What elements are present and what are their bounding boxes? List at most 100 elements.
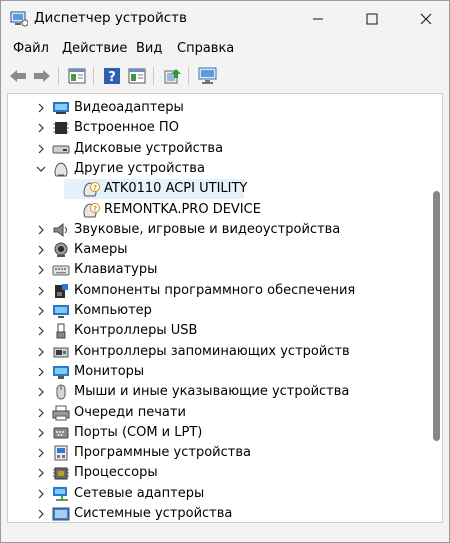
device-category[interactable] (8, 301, 428, 321)
firmware-icon (53, 122, 69, 135)
scrollbar-thumb[interactable] (433, 191, 440, 441)
tree-item-label: Компьютер (74, 303, 152, 318)
processor-icon (53, 467, 69, 480)
show-hidden-icon (128, 68, 146, 84)
device-category[interactable] (8, 159, 428, 179)
chevron-right-icon[interactable] (36, 468, 46, 478)
toolbar-separator (58, 67, 59, 85)
tree-item-label: Клавиатуры (74, 262, 158, 278)
printer-icon (52, 405, 70, 420)
vertical-scrollbar[interactable] (430, 94, 442, 522)
tree-item-label: REMONTKA.PRO DEVICE (104, 201, 261, 217)
toolbar-separator (93, 67, 94, 85)
close-button[interactable] (403, 1, 449, 37)
speaker-icon (53, 222, 67, 237)
keyboard-icon (52, 265, 70, 276)
device-category[interactable] (8, 463, 428, 483)
back-button[interactable] (7, 65, 29, 87)
toolbar: ? (1, 61, 449, 91)
chevron-right-icon[interactable] (36, 306, 46, 316)
help-button[interactable]: ? (101, 65, 123, 87)
usb-icon (56, 323, 66, 339)
network-adapter-icon (53, 486, 68, 501)
help-icon: ? (104, 68, 120, 85)
device-manager-app-icon (10, 11, 29, 27)
chevron-right-icon[interactable] (36, 347, 46, 357)
chevron-right-icon[interactable] (36, 387, 46, 397)
monitor-icon (53, 365, 69, 379)
tree-item-label: Видеоадаптеры (74, 100, 184, 115)
chevron-right-icon[interactable] (36, 489, 46, 499)
properties-button[interactable] (66, 65, 88, 87)
chevron-right-icon[interactable] (36, 428, 46, 438)
device-category[interactable] (8, 260, 428, 280)
tree-item-label: Дисковые устройства (74, 140, 224, 156)
disk-drive-icon (52, 145, 70, 154)
device-category[interactable] (8, 423, 428, 443)
menu-view[interactable]: Вид (136, 41, 162, 56)
update-driver-button[interactable] (161, 65, 183, 87)
menu-action[interactable]: Действие (62, 41, 127, 56)
device-tree-panel: Видеоадаптеры Встроенное ПО Дисковые устро… (7, 93, 443, 523)
chevron-right-icon[interactable] (36, 448, 46, 458)
storage-controller-icon (53, 347, 69, 358)
maximize-button[interactable] (349, 1, 395, 37)
device-category[interactable] (8, 362, 428, 382)
device-category[interactable] (8, 118, 428, 138)
window-title: Диспетчер устройств (34, 10, 188, 26)
unknown-device-icon: ? (83, 182, 100, 197)
chevron-right-icon[interactable] (36, 367, 46, 377)
back-icon (10, 70, 26, 82)
scan-hardware-icon (198, 67, 217, 84)
chevron-right-icon[interactable] (36, 103, 46, 113)
status-bar (1, 525, 449, 542)
tree-item-label: Контроллеры USB (74, 323, 198, 339)
title-bar: Диспетчер устройств (1, 1, 449, 37)
menu-help[interactable]: Справка (177, 41, 234, 56)
update-driver-icon (164, 69, 181, 84)
chevron-right-icon[interactable] (36, 509, 46, 519)
chevron-right-icon[interactable] (36, 326, 46, 336)
svg-text:?: ? (108, 70, 116, 85)
tree-item-label: Встроенное ПО (74, 120, 179, 136)
tree-item-label: Камеры (74, 242, 128, 258)
device-category[interactable] (8, 484, 428, 504)
chevron-right-icon[interactable] (36, 144, 46, 154)
tree-item-label: Очереди печати (74, 404, 186, 420)
close-icon (420, 13, 432, 25)
device-manager-window: Диспетчер устройств Файл Действие Вид Сп… (0, 0, 450, 543)
display-adapter-icon (53, 102, 69, 114)
chevron-right-icon[interactable] (36, 408, 46, 418)
show-hidden-button[interactable] (126, 65, 148, 87)
chevron-right-icon[interactable] (36, 265, 46, 275)
menu-file[interactable]: Файл (13, 41, 49, 56)
chevron-down-icon[interactable] (36, 164, 46, 174)
device-category[interactable] (8, 321, 428, 341)
camera-icon (54, 242, 68, 258)
minimize-button[interactable] (295, 1, 341, 37)
mouse-icon (56, 384, 66, 400)
scan-hardware-button[interactable] (197, 65, 219, 87)
tree-item-label: Порты (COM и LPT) (74, 424, 203, 440)
tree-item-label: Сетевые адаптеры (74, 485, 205, 501)
forward-button[interactable] (31, 65, 53, 87)
device-category[interactable] (8, 98, 428, 118)
other-devices-icon (54, 162, 68, 177)
tree-item-label: ATK0110 ACPI UTILITY (104, 181, 248, 197)
computer-icon (53, 305, 69, 318)
device-category[interactable] (8, 403, 428, 423)
software-component-icon (55, 283, 68, 298)
system-device-icon (52, 507, 70, 521)
tree-item-label: Процессоры (74, 465, 158, 481)
tree-item-label: Другие устройства (74, 160, 205, 176)
chevron-right-icon[interactable] (36, 286, 46, 296)
forward-icon (34, 70, 50, 82)
chevron-right-icon[interactable] (36, 225, 46, 235)
chevron-right-icon[interactable] (36, 123, 46, 133)
software-device-icon (54, 445, 68, 461)
port-icon (53, 427, 69, 439)
svg-text:?: ? (93, 184, 97, 192)
device-category[interactable] (8, 240, 428, 260)
tree-item-label: Мониторы (74, 363, 145, 379)
chevron-right-icon[interactable] (36, 245, 46, 255)
